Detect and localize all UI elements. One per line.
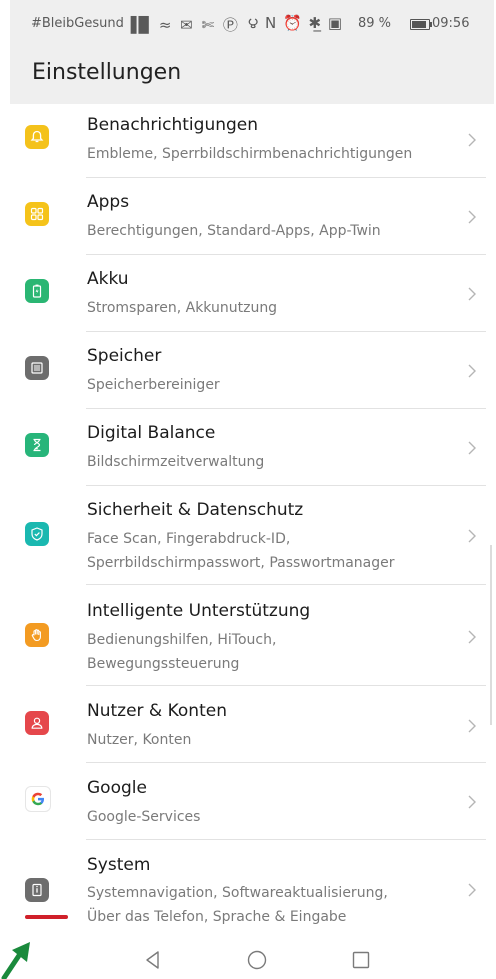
- back-triangle-icon[interactable]: [141, 948, 165, 972]
- settings-item-subtitle: Stromsparen, Akkunutzung: [87, 300, 278, 316]
- settings-item-title: Sicherheit & Datenschutz: [87, 500, 304, 520]
- settings-item-notifications[interactable]: Benachrichtigungen Embleme, Sperrbildsch…: [0, 104, 496, 178]
- chevron-right-icon: [467, 440, 477, 456]
- clock: 09:56: [432, 16, 470, 31]
- chevron-right-icon: [467, 209, 477, 225]
- settings-item-subtitle-line-2: Bewegungssteuerung: [87, 656, 240, 672]
- battery-icon: [25, 279, 49, 303]
- red-underline-annotation: [25, 915, 68, 919]
- settings-item-subtitle-line-2: Sperrbildschirmpasswort, Passwortmanager: [87, 555, 395, 571]
- settings-item-subtitle: Embleme, Sperrbildschirmbenachrichtigung…: [87, 146, 413, 162]
- system-nav-bar: [0, 940, 496, 979]
- status-bar: #BleibGesund ▐▉ ≈ ✉ ✄ Ⓟ ౪ N ⏰ ✱̲ ▣ 89 % …: [10, 0, 494, 50]
- chevron-right-icon: [467, 629, 477, 645]
- settings-item-accounts[interactable]: Nutzer & Konten Nutzer, Konten: [0, 686, 496, 763]
- settings-item-title: Akku: [87, 269, 129, 289]
- status-icons-right: ౪ N ⏰ ✱̲ ▣: [248, 14, 344, 32]
- page-title: Einstellungen: [32, 60, 182, 85]
- settings-item-storage[interactable]: Speicher Speicherbereiniger: [0, 332, 496, 409]
- settings-item-subtitle: Speicherbereiniger: [87, 377, 220, 393]
- settings-item-subtitle-line-1: Bedienungshilfen, HiTouch,: [87, 632, 277, 648]
- home-circle-icon[interactable]: [245, 948, 269, 972]
- chevron-right-icon: [467, 286, 477, 302]
- bell-icon: [25, 125, 49, 149]
- chevron-right-icon: [467, 882, 477, 898]
- settings-item-title: Digital Balance: [87, 423, 216, 443]
- status-icons-left: ▐▉ ≈ ✉ ✄ Ⓟ: [125, 16, 240, 34]
- hourglass-icon: [25, 433, 49, 457]
- settings-item-digital-balance[interactable]: Digital Balance Bildschirmzeitverwaltung: [0, 409, 496, 486]
- settings-screen: #BleibGesund ▐▉ ≈ ✉ ✄ Ⓟ ౪ N ⏰ ✱̲ ▣ 89 % …: [0, 0, 496, 979]
- battery-status-icon: [410, 19, 432, 30]
- settings-item-battery[interactable]: Akku Stromsparen, Akkunutzung: [0, 255, 496, 332]
- settings-item-subtitle: Bildschirmzeitverwaltung: [87, 454, 265, 470]
- settings-item-title: System: [87, 855, 151, 875]
- settings-item-subtitle: Google-Services: [87, 809, 201, 825]
- recents-square-icon[interactable]: [349, 948, 373, 972]
- settings-item-system[interactable]: System Systemnavigation, Softwareaktuali…: [0, 840, 496, 940]
- chevron-right-icon: [467, 718, 477, 734]
- system-info-icon: [25, 878, 49, 902]
- scroll-indicator[interactable]: [490, 545, 492, 725]
- hand-icon: [25, 623, 49, 647]
- settings-item-title: Benachrichtigungen: [87, 115, 259, 135]
- settings-item-subtitle: Nutzer, Konten: [87, 732, 192, 748]
- settings-item-subtitle-line-2: Über das Telefon, Sprache & Eingabe: [87, 909, 347, 925]
- settings-item-subtitle-line-1: Systemnavigation, Softwareaktualisierung…: [87, 885, 388, 901]
- settings-item-title: Speicher: [87, 346, 162, 366]
- google-icon: [25, 786, 51, 812]
- carrier-text: #BleibGesund: [31, 16, 124, 31]
- apps-grid-icon: [25, 202, 49, 226]
- battery-percentage: 89 %: [358, 16, 392, 31]
- chevron-right-icon: [467, 794, 477, 810]
- settings-item-google[interactable]: Google Google-Services: [0, 763, 496, 840]
- storage-icon: [25, 356, 49, 380]
- settings-item-security[interactable]: Sicherheit & Datenschutz Face Scan, Fing…: [0, 486, 496, 585]
- app-header: Einstellungen: [10, 50, 494, 104]
- settings-item-subtitle: Berechtigungen, Standard-Apps, App-Twin: [87, 223, 381, 239]
- settings-item-title: Nutzer & Konten: [87, 701, 227, 721]
- settings-item-subtitle-line-1: Face Scan, Fingerabdruck-ID,: [87, 531, 291, 547]
- shield-icon: [25, 522, 49, 546]
- settings-item-title: Google: [87, 778, 147, 798]
- settings-item-assistance[interactable]: Intelligente Unterstützung Bedienungshil…: [0, 585, 496, 686]
- settings-item-title: Intelligente Unterstützung: [87, 601, 311, 621]
- settings-item-apps[interactable]: Apps Berechtigungen, Standard-Apps, App-…: [0, 178, 496, 255]
- chevron-right-icon: [467, 132, 477, 148]
- chevron-right-icon: [467, 528, 477, 544]
- settings-item-title: Apps: [87, 192, 130, 212]
- chevron-right-icon: [467, 363, 477, 379]
- user-icon: [25, 711, 49, 735]
